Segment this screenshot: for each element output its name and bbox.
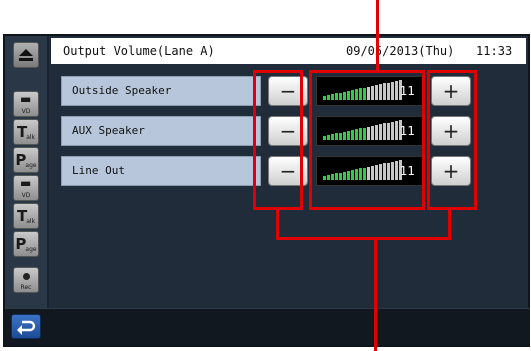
vd-button-2[interactable]: ▬ VD <box>13 175 39 201</box>
header-bar: Output Volume(Lane A) 09/05/2013(Thu) 11… <box>51 38 526 64</box>
bottom-bar <box>5 308 530 345</box>
page-title: Output Volume(Lane A) <box>63 44 215 58</box>
button-sublabel: VD <box>21 192 31 199</box>
callout-increase-column <box>427 70 477 210</box>
page-button-1[interactable]: Page <box>13 147 39 173</box>
talk-button-2[interactable]: Talk <box>13 203 39 229</box>
callout-bracket-right <box>448 210 451 240</box>
button-sublabel: alk <box>26 217 36 225</box>
vehicle-icon: ▬ <box>20 176 32 190</box>
page-button-2[interactable]: Page <box>13 231 39 257</box>
callout-bracket-left <box>276 210 279 240</box>
button-sublabel: alk <box>26 133 36 141</box>
vehicle-icon: ▬ <box>20 92 32 106</box>
button-sublabel: VD <box>21 108 31 115</box>
button-sublabel: age <box>25 245 37 253</box>
record-dot-icon <box>23 273 30 280</box>
callout-bracket-horizontal <box>276 237 451 240</box>
row-label: AUX Speaker <box>61 116 261 146</box>
back-button[interactable] <box>11 314 41 339</box>
callout-line-bottom <box>374 237 377 351</box>
callout-line-top <box>376 0 379 72</box>
eject-icon <box>19 49 33 61</box>
eject-button[interactable] <box>13 42 39 68</box>
return-arrow-icon <box>17 320 36 335</box>
button-sublabel: age <box>25 161 37 169</box>
vd-button-1[interactable]: ▬ VD <box>13 91 39 117</box>
row-label: Line Out <box>61 156 261 186</box>
talk-button-1[interactable]: Talk <box>13 119 39 145</box>
rec-button[interactable]: Rec <box>13 267 39 293</box>
callout-meter-column <box>309 70 425 210</box>
sidebar: ▬ VD Talk Page ▬ VD Talk Page Rec <box>5 36 49 345</box>
date-time: 09/05/2013(Thu) 11:33 <box>346 44 513 58</box>
button-sublabel: Rec <box>20 284 32 291</box>
callout-decrease-column <box>253 70 303 210</box>
row-label: Outside Speaker <box>61 76 261 106</box>
